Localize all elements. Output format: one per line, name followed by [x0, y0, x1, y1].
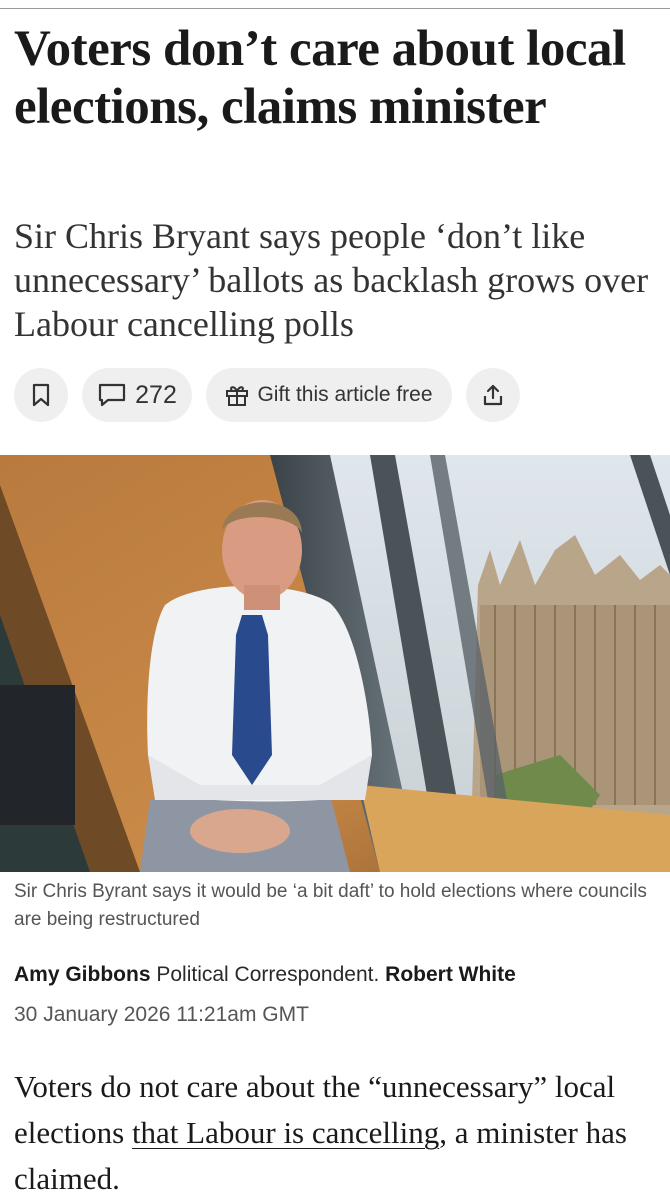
headline: Voters don’t care about local elections,…	[14, 21, 626, 135]
article-actions: 272 Gift this article free	[14, 368, 520, 422]
article-photo	[0, 455, 670, 872]
inline-article-link[interactable]: that Labour is cancelling	[132, 1115, 439, 1150]
gift-article-button[interactable]: Gift this article free	[206, 368, 452, 422]
share-button[interactable]	[466, 368, 520, 422]
author-name[interactable]: Robert White	[385, 963, 516, 986]
standfirst: Sir Chris Bryant says people ‘don’t like…	[14, 216, 649, 344]
author-name[interactable]: Amy Gibbons	[14, 963, 151, 986]
bookmark-icon	[31, 383, 51, 407]
share-icon	[481, 383, 505, 407]
comment-count: 272	[135, 380, 177, 409]
gift-label: Gift this article free	[257, 383, 433, 406]
image-caption: Sir Chris Byrant says it would be ‘a bit…	[14, 881, 647, 930]
body-paragraph: Voters do not care about the “unnecessar…	[14, 1064, 664, 1202]
author-role: Political Correspondent.	[156, 963, 380, 986]
comments-button[interactable]: 272	[82, 368, 192, 422]
byline: Amy Gibbons Political Correspondent. Rob…	[14, 961, 664, 989]
comment-icon	[97, 382, 127, 408]
publish-date: 30 January 2026 11:21am GMT	[14, 1003, 309, 1026]
save-button[interactable]	[14, 368, 68, 422]
gift-icon	[225, 383, 249, 407]
top-divider	[0, 8, 670, 9]
